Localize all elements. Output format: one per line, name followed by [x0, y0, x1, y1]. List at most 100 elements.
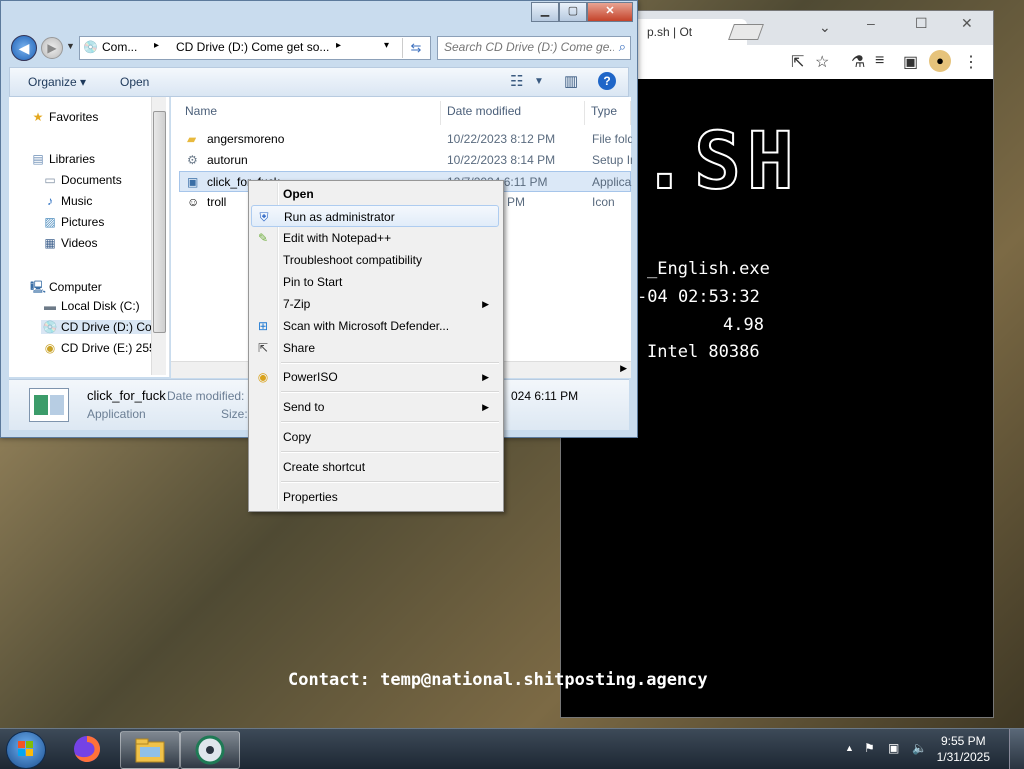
maximize-button[interactable]: ▢	[559, 2, 587, 22]
nav-cd-drive-d[interactable]: 💿 CD Drive (D:) Co	[41, 320, 151, 334]
menu-item-properties[interactable]: Properties	[251, 486, 499, 508]
profile-avatar[interactable]: ●	[929, 50, 951, 72]
window-controls: ▁ ▢ ✕	[531, 2, 633, 22]
open-button[interactable]: Open	[120, 75, 149, 89]
tab-title: p.sh | Ot	[647, 25, 693, 39]
nav-label: Documents	[61, 173, 122, 187]
nav-local-disk[interactable]: ▬ Local Disk (C:)	[41, 299, 140, 313]
change-view-icon[interactable]: ☷	[510, 72, 523, 90]
lab-flask-icon[interactable]: ⚗	[851, 52, 865, 72]
menu-item-copy[interactable]: Copy	[251, 426, 499, 448]
minimize-button[interactable]: –	[867, 15, 875, 31]
menu-item-run-as-admin[interactable]: ⛨ Run as administrator	[251, 205, 499, 227]
show-desktop-button[interactable]	[1009, 729, 1024, 769]
menu-item-send-to[interactable]: Send to ▶	[251, 396, 499, 418]
star-icon: ★	[32, 110, 44, 124]
menu-kebab-icon[interactable]: ⋮	[963, 52, 979, 72]
refresh-icon[interactable]: ⇆	[402, 38, 429, 58]
recent-pages-icon[interactable]: ▼	[66, 41, 75, 51]
nav-favorites[interactable]: ★ Favorites	[29, 110, 99, 124]
organize-button[interactable]: Organize ▾	[28, 75, 86, 89]
breadcrumb-cd-drive[interactable]: CD Drive (D:) Come get so...	[176, 40, 329, 54]
file-row[interactable]: ⚙ autorun 10/22/2023 8:14 PM Setup In	[179, 150, 632, 171]
menu-item-open[interactable]: Open	[251, 183, 499, 205]
close-button[interactable]: ✕	[961, 15, 973, 32]
taskbar-cd-app[interactable]	[180, 731, 240, 769]
taskbar-firefox[interactable]	[58, 731, 116, 767]
menu-separator	[281, 451, 499, 453]
view-dropdown-icon[interactable]: ▼	[534, 76, 544, 87]
ascii-logo: .SH	[640, 116, 800, 208]
sidepanel-icon[interactable]: ▣	[903, 52, 918, 72]
start-button[interactable]	[6, 731, 46, 769]
maximize-button[interactable]: ☐	[915, 15, 928, 32]
network-icon[interactable]: ▣	[888, 741, 899, 755]
command-bar: Organize ▾ Open ☷ ▼ ▥ ?	[9, 67, 629, 97]
music-icon: ♪	[47, 194, 53, 208]
search-input[interactable]	[438, 37, 614, 57]
menu-item-defender-scan[interactable]: ⊞ Scan with Microsoft Defender...	[251, 315, 499, 337]
nav-label: CD Drive (D:) Co	[61, 320, 151, 334]
application-icon: ▣	[187, 175, 199, 189]
column-header-date[interactable]: Date modified	[441, 101, 585, 125]
playlist-icon[interactable]: ≡	[875, 52, 884, 70]
defender-shield-icon: ⊞	[257, 319, 269, 333]
nav-label: Pictures	[61, 215, 105, 229]
submenu-arrow-icon: ▶	[482, 372, 489, 382]
menu-item-pin-to-start[interactable]: Pin to Start	[251, 271, 499, 293]
help-icon[interactable]: ?	[598, 72, 616, 90]
file-thumbnail	[29, 388, 69, 422]
menu-item-poweriso[interactable]: ◉ PowerISO ▶	[251, 366, 499, 388]
clock[interactable]: 9:55 PM 1/31/2025	[937, 733, 990, 765]
volume-muted-icon[interactable]: 🔈	[912, 741, 927, 755]
address-bar[interactable]: 💿 Com... ▸ CD Drive (D:) Come get so... …	[79, 36, 431, 60]
nav-label: Favorites	[49, 110, 99, 124]
menu-label: Send to	[283, 400, 325, 414]
browser-tab[interactable]: p.sh | Ot ✕	[621, 19, 747, 45]
breadcrumb-computer[interactable]: Com...	[102, 40, 137, 54]
back-button[interactable]: ◀	[11, 35, 37, 61]
close-button[interactable]: ✕	[587, 2, 633, 22]
bookmark-star-icon[interactable]: ☆	[815, 52, 829, 72]
menu-item-7zip[interactable]: 7-Zip ▶	[251, 293, 499, 315]
nav-documents[interactable]: ▭ Documents	[41, 173, 122, 187]
nav-cd-drive-e[interactable]: ◉ CD Drive (E:) 255	[41, 341, 151, 355]
info-timestamp: -04 02:53:32	[637, 287, 760, 307]
address-dropdown-icon[interactable]: ▾	[384, 40, 389, 51]
new-tab-button[interactable]	[728, 24, 764, 40]
details-file-name: click_for_fuck	[87, 388, 166, 403]
tray-overflow-icon[interactable]: ▲	[845, 743, 854, 753]
menu-item-edit-notepadpp[interactable]: ✎ Edit with Notepad++	[251, 227, 499, 249]
menu-item-troubleshoot[interactable]: Troubleshoot compatibility	[251, 249, 499, 271]
minimize-button[interactable]: ▁	[531, 2, 559, 22]
forward-button[interactable]: ▶	[41, 37, 63, 59]
taskbar-explorer[interactable]	[120, 731, 180, 769]
file-row[interactable]: ▰ angersmoreno 10/22/2023 8:12 PM File f…	[179, 129, 632, 150]
details-date-value: 024 6:11 PM	[511, 389, 579, 403]
share-icon[interactable]: ⇱	[791, 52, 804, 72]
nav-music[interactable]: ♪ Music	[41, 194, 92, 208]
menu-item-create-shortcut[interactable]: Create shortcut	[251, 456, 499, 478]
action-center-flag-icon[interactable]: ⚑	[864, 741, 875, 755]
nav-scroll-thumb[interactable]	[153, 111, 166, 333]
breadcrumb-separator-icon[interactable]: ▸	[154, 40, 159, 51]
column-header-type[interactable]: Type	[585, 101, 631, 125]
search-icon[interactable]: ⌕	[619, 39, 626, 55]
troll-face-icon: ☺	[187, 195, 200, 209]
firefox-icon	[74, 736, 100, 762]
nav-computer[interactable]: 🖳 Computer	[29, 278, 102, 299]
scroll-right-icon[interactable]: ▶	[620, 363, 627, 374]
nav-videos[interactable]: ▦ Videos	[41, 236, 97, 250]
tab-search-chevron-icon[interactable]: ⌄	[819, 19, 831, 36]
nav-scrollbar[interactable]	[151, 97, 166, 375]
preview-pane-icon[interactable]: ▥	[564, 72, 578, 90]
nav-libraries[interactable]: ▤ Libraries	[29, 152, 95, 166]
nav-label: Computer	[49, 280, 102, 294]
column-header-name[interactable]: Name	[179, 101, 441, 125]
breadcrumb-separator-icon[interactable]: ▸	[336, 40, 341, 51]
menu-item-share[interactable]: ⇱ Share	[251, 337, 499, 359]
address-row: ◀ ▶ ▼ 💿 Com... ▸ CD Drive (D:) Come get …	[9, 33, 631, 61]
pictures-icon: ▨	[44, 215, 56, 229]
nav-pictures[interactable]: ▨ Pictures	[41, 215, 104, 229]
details-file-type: Application	[87, 407, 146, 421]
